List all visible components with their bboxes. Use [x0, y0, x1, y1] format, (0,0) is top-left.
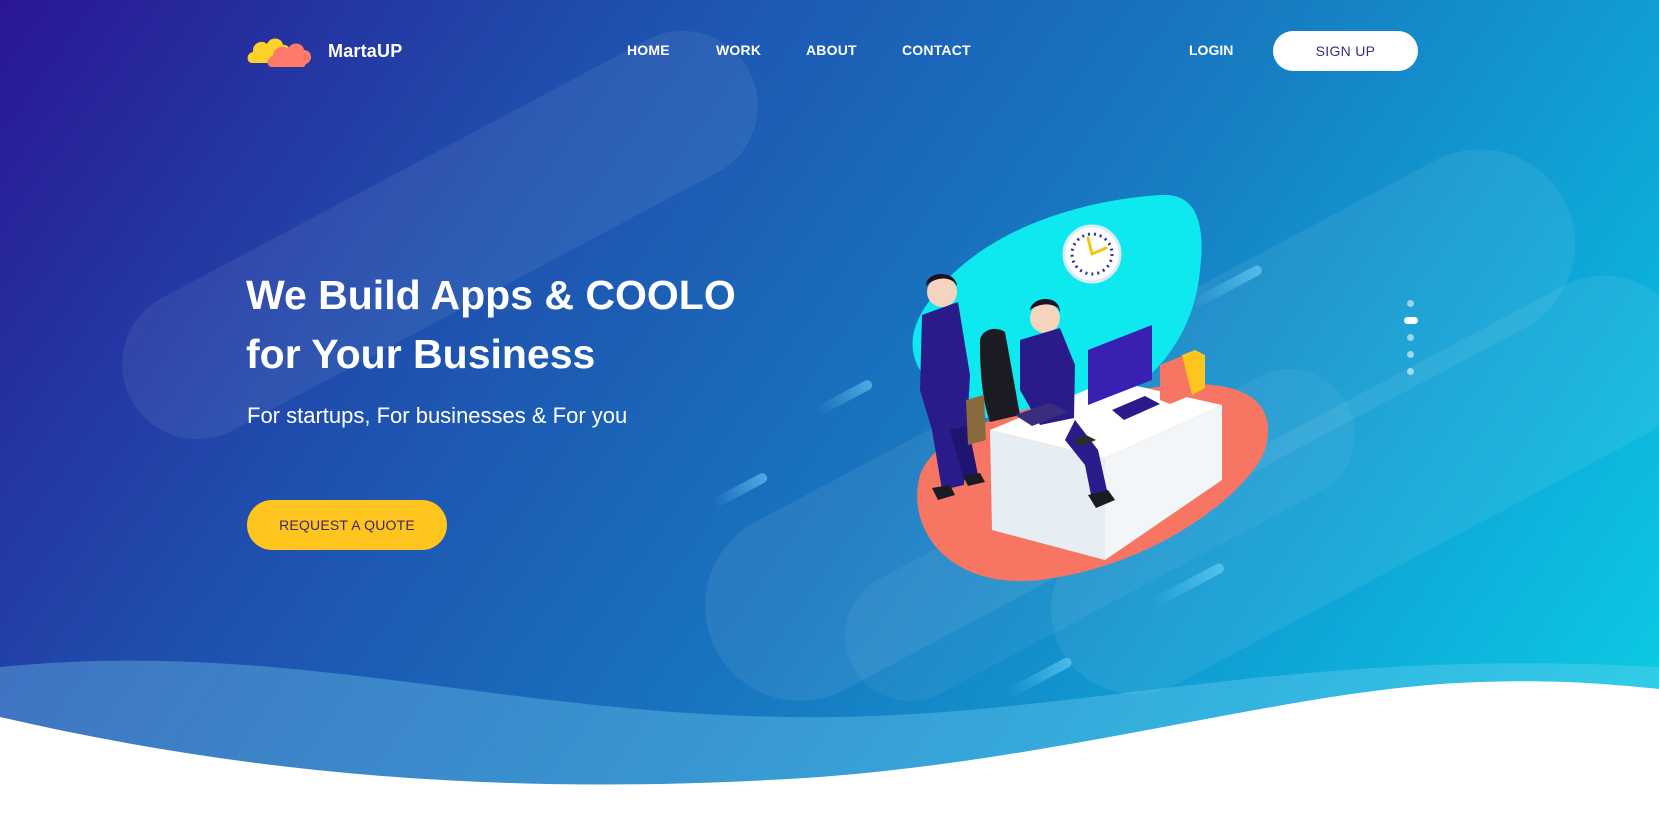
nav-work[interactable]: WORK: [716, 42, 761, 58]
slider-dot-active[interactable]: [1404, 317, 1418, 324]
headline-line-2: for Your Business: [246, 331, 596, 377]
slider-pagination: [1401, 300, 1421, 380]
login-link[interactable]: LOGIN: [1189, 42, 1233, 58]
bottom-wave: [0, 660, 1659, 817]
hero-section: MartaUP HOME WORK ABOUT CONTACT LOGIN SI…: [0, 0, 1659, 817]
signup-button[interactable]: SIGN UP: [1273, 31, 1418, 71]
cloud-logo-icon: [246, 31, 318, 71]
slider-dot[interactable]: [1407, 334, 1414, 341]
request-quote-button[interactable]: REQUEST A QUOTE: [247, 500, 447, 550]
nav-contact[interactable]: CONTACT: [902, 42, 971, 58]
motion-streak: [711, 471, 769, 509]
slider-dot[interactable]: [1407, 351, 1414, 358]
hero-headline: We Build Apps & COOLO for Your Business: [246, 266, 766, 384]
office-desk-illustration-icon: [912, 194, 1269, 582]
hero-subheading: For startups, For businesses & For you: [247, 403, 628, 428]
brand-logo[interactable]: MartaUP: [246, 31, 402, 71]
nav-home[interactable]: HOME: [627, 42, 670, 58]
slider-dot[interactable]: [1407, 368, 1414, 375]
headline-line-1: We Build Apps & COOLO: [246, 272, 736, 318]
nav-about[interactable]: ABOUT: [806, 42, 857, 58]
slider-dot[interactable]: [1407, 300, 1414, 307]
background-pill: [95, 4, 785, 466]
brand-name: MartaUP: [328, 40, 403, 61]
